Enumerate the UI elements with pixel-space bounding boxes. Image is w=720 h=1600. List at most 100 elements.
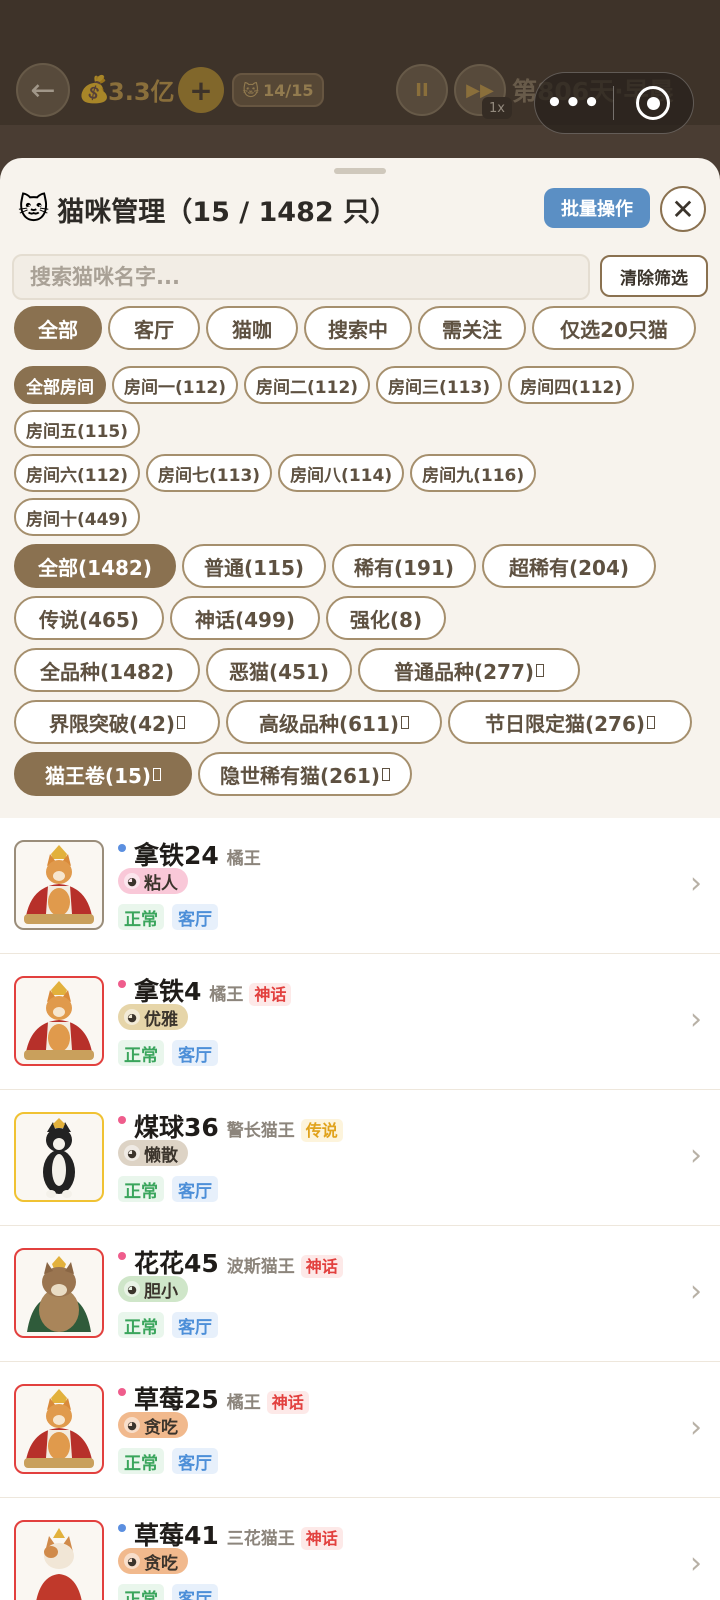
- breed-chip-limit-break-label: 界限突破(42): [48, 711, 176, 736]
- close-button[interactable]: ✕: [660, 186, 706, 232]
- cat-row[interactable]: 草莓41 三花猫王 神话 ◕ 贪吃 正常 客厅 ›: [0, 1498, 720, 1600]
- cat-portrait-icon: [24, 845, 94, 924]
- breed-filter-row-2: 界限突破(42) 高级品种(611) 节日限定猫(276): [14, 700, 692, 744]
- room-chip-2[interactable]: 房间二(112): [244, 366, 371, 404]
- room-chip-8[interactable]: 房间八(114): [278, 454, 405, 492]
- clear-filter-button[interactable]: 清除筛选: [600, 255, 708, 297]
- room-chip-10[interactable]: 房间十(449): [14, 498, 141, 536]
- speed-badge: 1x: [482, 97, 512, 119]
- trait-face-icon: ◕: [124, 1281, 140, 1297]
- cat-location-tag: 客厅: [172, 904, 218, 930]
- breed-chip-limit-break[interactable]: 界限突破(42): [14, 700, 220, 744]
- chevron-right-icon[interactable]: ›: [690, 1138, 702, 1173]
- back-button[interactable]: ←: [16, 63, 70, 117]
- breed-chip-king-scroll[interactable]: 猫王卷(15): [14, 752, 192, 796]
- breed-chip-hidden-rare[interactable]: 隐世稀有猫(261): [198, 752, 412, 796]
- rarity-filter-row-2: 传说(465) 神话(499) 强化(8): [14, 596, 446, 640]
- cat-rarity-badge: 神话: [300, 1527, 343, 1550]
- more-menu-button[interactable]: •••: [535, 88, 613, 118]
- tab-all[interactable]: 全部: [14, 306, 102, 350]
- trait-face-icon: ◕: [124, 873, 140, 889]
- cat-row[interactable]: 拿铁4 橘王 神话 ◕ 优雅 正常 客厅 ›: [0, 954, 720, 1090]
- cat-status-tag: 正常: [118, 1176, 164, 1202]
- exit-miniprogram-button[interactable]: [636, 86, 670, 120]
- gender-dot: [118, 1388, 126, 1396]
- room-chip-1[interactable]: 房间一(112): [112, 366, 239, 404]
- cat-location-tag: 客厅: [172, 1584, 218, 1600]
- cat-portrait-icon: [43, 1118, 75, 1198]
- location-tabs: 全部 客厅 猫咖 搜索中 需关注 仅选20只猫: [14, 306, 696, 350]
- add-money-button[interactable]: +: [178, 67, 224, 113]
- search-input[interactable]: [12, 254, 590, 300]
- batch-operation-button[interactable]: 批量操作: [544, 188, 650, 228]
- cat-capacity-badge: 🐱 14/15: [232, 73, 324, 107]
- cat-row[interactable]: 煤球36 警长猫王 传说 ◕ 懒散 正常 客厅 ›: [0, 1090, 720, 1226]
- cat-face-icon: 🐱: [18, 192, 50, 227]
- room-chip-5[interactable]: 房间五(115): [14, 410, 141, 448]
- cat-status-tag: 正常: [118, 1448, 164, 1474]
- search-row: 清除筛选: [12, 254, 708, 302]
- rarity-chip-enhanced[interactable]: 强化(8): [326, 596, 446, 640]
- tab-living-room[interactable]: 客厅: [108, 306, 200, 350]
- room-filter-row-2: 房间五(115): [14, 410, 141, 448]
- chevron-right-icon[interactable]: ›: [690, 1002, 702, 1037]
- room-chip-4[interactable]: 房间四(112): [508, 366, 635, 404]
- tab-searching[interactable]: 搜索中: [304, 306, 412, 350]
- breed-chip-normal-breed[interactable]: 普通品种(277): [358, 648, 580, 692]
- gender-dot: [118, 844, 126, 852]
- cat-breed: 三花猫王: [226, 1529, 295, 1549]
- cat-name-line: 草莓41 三花猫王 神话: [134, 1516, 343, 1552]
- breed-chip-holiday-label: 节日限定猫(276): [484, 711, 646, 736]
- cat-row[interactable]: 拿铁24 橘王 ◕ 粘人 正常 客厅 ›: [0, 818, 720, 954]
- room-chip-6[interactable]: 房间六(112): [14, 454, 141, 492]
- cat-name: 拿铁4: [134, 977, 202, 1006]
- cat-avatar: [14, 1248, 104, 1338]
- rarity-chip-common[interactable]: 普通(115): [182, 544, 326, 588]
- chevron-right-icon[interactable]: ›: [690, 1274, 702, 1309]
- tab-select-20[interactable]: 仅选20只猫: [532, 306, 696, 350]
- rarity-chip-myth[interactable]: 神话(499): [170, 596, 320, 640]
- rarity-chip-all[interactable]: 全部(1482): [14, 544, 176, 588]
- cat-row[interactable]: 花花45 波斯猫王 神话 ◕ 胆小 正常 客厅 ›: [0, 1226, 720, 1362]
- cat-status-tag: 正常: [118, 904, 164, 930]
- rarity-filter-row-1: 全部(1482) 普通(115) 稀有(191) 超稀有(204): [14, 544, 656, 588]
- room-chip-3[interactable]: 房间三(113): [376, 366, 503, 404]
- cat-status-tag: 正常: [118, 1040, 164, 1066]
- cat-name-line: 煤球36 警长猫王 传说: [134, 1108, 343, 1144]
- room-chip-all[interactable]: 全部房间: [14, 366, 106, 404]
- breed-chip-premium[interactable]: 高级品种(611): [226, 700, 442, 744]
- money-bag-icon: 💰: [78, 75, 111, 105]
- room-chip-7[interactable]: 房间七(113): [146, 454, 273, 492]
- cat-breed: 橘王: [226, 1393, 261, 1413]
- breed-chip-holiday[interactable]: 节日限定猫(276): [448, 700, 692, 744]
- room-filter-row-3: 房间六(112) 房间七(113) 房间八(114) 房间九(116): [14, 454, 537, 492]
- expand-icon: [153, 767, 162, 781]
- pause-button[interactable]: II: [396, 64, 448, 116]
- cat-avatar: [14, 1384, 104, 1474]
- cat-portrait-icon: [24, 981, 94, 1060]
- chevron-right-icon[interactable]: ›: [690, 1410, 702, 1445]
- cat-rarity-badge: 传说: [300, 1119, 343, 1142]
- cat-avatar: [14, 1520, 104, 1600]
- cat-location-tag: 客厅: [172, 1312, 218, 1338]
- cat-breed: 警长猫王: [226, 1121, 295, 1141]
- cat-row[interactable]: 草莓25 橘王 神话 ◕ 贪吃 正常 客厅 ›: [0, 1362, 720, 1498]
- rarity-chip-legend[interactable]: 传说(465): [14, 596, 164, 640]
- room-chip-9[interactable]: 房间九(116): [410, 454, 537, 492]
- cat-portrait-icon: [27, 1256, 91, 1332]
- tab-needs-attention[interactable]: 需关注: [418, 306, 526, 350]
- breed-chip-all[interactable]: 全品种(1482): [14, 648, 200, 692]
- cat-avatar: [14, 1112, 104, 1202]
- gender-dot: [118, 1116, 126, 1124]
- breed-chip-evil-cat[interactable]: 恶猫(451): [206, 648, 352, 692]
- rarity-chip-rare[interactable]: 稀有(191): [332, 544, 476, 588]
- chevron-right-icon[interactable]: ›: [690, 866, 702, 901]
- drag-handle[interactable]: [334, 168, 386, 174]
- cat-name: 煤球36: [134, 1113, 219, 1142]
- chevron-right-icon[interactable]: ›: [690, 1546, 702, 1581]
- tab-cat-cafe[interactable]: 猫咖: [206, 306, 298, 350]
- cat-trait-badge: ◕ 贪吃: [118, 1412, 188, 1438]
- gender-dot: [118, 980, 126, 988]
- expand-icon: [536, 663, 545, 677]
- rarity-chip-super-rare[interactable]: 超稀有(204): [482, 544, 656, 588]
